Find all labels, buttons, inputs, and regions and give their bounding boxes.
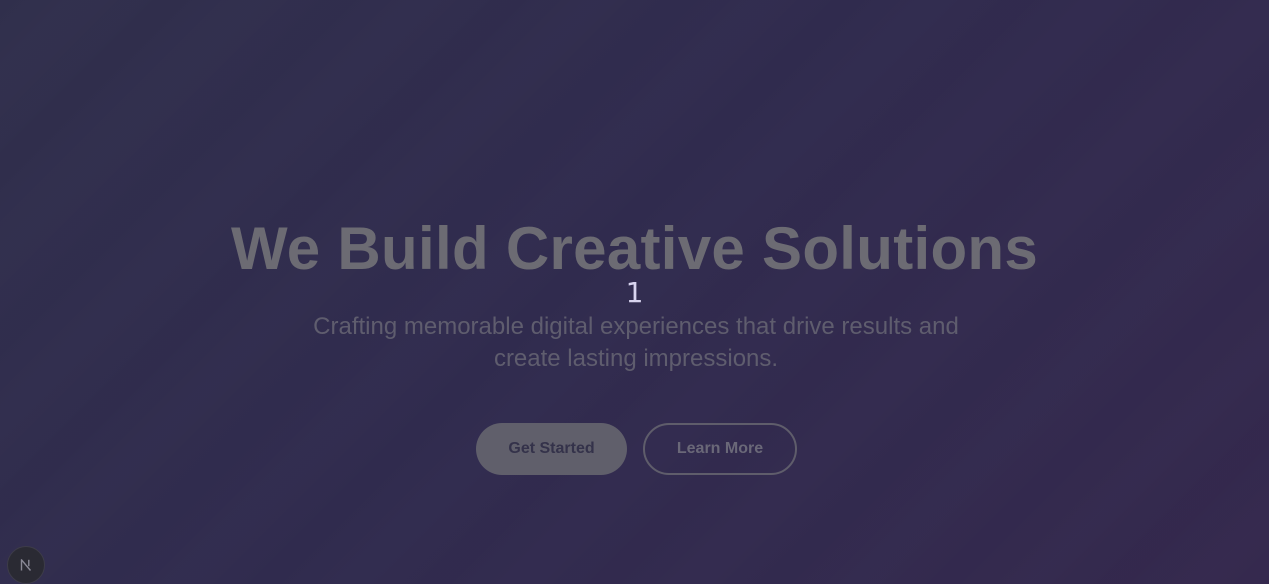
hero-subtitle: Crafting memorable digital experiences t… bbox=[313, 313, 959, 372]
learn-more-button[interactable]: Learn More bbox=[643, 423, 797, 475]
get-started-button[interactable]: Get Started bbox=[476, 423, 627, 475]
hero-section: We Build Creative Solutions 1 Crafting m… bbox=[0, 0, 1269, 584]
nextjs-logo-icon bbox=[20, 559, 32, 571]
hero-actions: Get Started Learn More bbox=[476, 423, 797, 475]
nextjs-dev-indicator-button[interactable] bbox=[7, 546, 45, 584]
counter-value: 1 bbox=[625, 276, 644, 309]
hero-title: We Build Creative Solutions bbox=[230, 215, 1039, 282]
